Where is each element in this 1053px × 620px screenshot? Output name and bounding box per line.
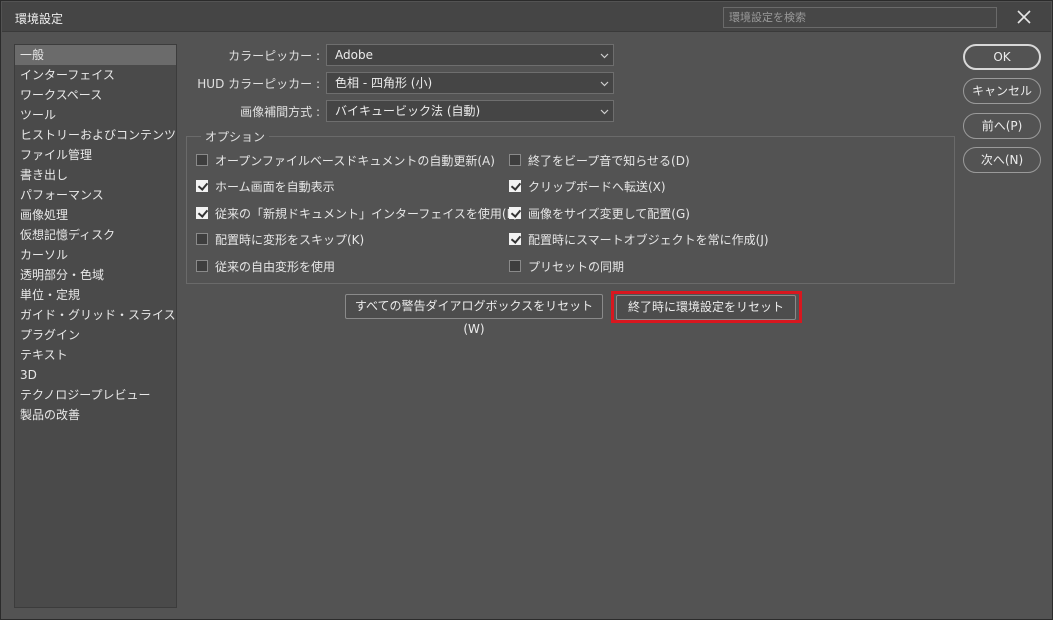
option-label: 従来の「新規ドキュメント」インターフェイスを使用(L) [215,206,518,221]
sidebar-item-image-processing[interactable]: 画像処理 [15,205,176,225]
prev-button[interactable]: 前へ(P) [963,113,1041,139]
sidebar-item-type[interactable]: テキスト [15,345,176,365]
sidebar-item-units[interactable]: 単位・定規 [15,285,176,305]
close-button[interactable] [1005,4,1043,30]
sidebar-item-export[interactable]: 書き出し [15,165,176,185]
checkbox[interactable] [196,180,208,192]
interpolation-select[interactable]: バイキュービック法 (自動) [326,100,614,122]
sidebar-item-3d[interactable]: 3D [15,365,176,385]
option-resize-image-on-place[interactable]: 画像をサイズ変更して配置(G) [509,205,690,221]
checkbox[interactable] [196,233,208,245]
checkbox[interactable] [509,233,521,245]
interpolation-value: バイキュービック法 (自動) [335,104,481,118]
sidebar-item-history[interactable]: ヒストリーおよびコンテンツ認証 ... [15,125,176,145]
checkbox[interactable] [509,260,521,272]
option-label: 画像をサイズ変更して配置(G) [528,206,690,221]
checkbox[interactable] [196,207,208,219]
option-label: 配置時にスマートオブジェクトを常に作成(J) [528,232,769,247]
options-legend: オプション [201,128,270,145]
reset-warning-dialogs-button[interactable]: すべての警告ダイアログボックスをリセット (W) [345,294,603,336]
close-icon[interactable] [1017,10,1031,24]
ok-button[interactable]: OK [963,44,1041,70]
color-picker-value: Adobe [335,48,373,62]
color-picker-label: カラーピッカー : [228,49,320,63]
option-skip-transform-on-place[interactable]: 配置時に変形をスキップ(K) [196,231,364,247]
sidebar-category-list: 一般 インターフェイス ワークスペース ツール ヒストリーおよびコンテンツ認証 … [14,44,177,608]
sidebar-item-transparency[interactable]: 透明部分・色域 [15,265,176,285]
option-label: 配置時に変形をスキップ(K) [215,232,365,247]
reset-preferences-on-quit-button[interactable]: 終了時に環境設定をリセット [616,295,796,320]
option-beep-when-done[interactable]: 終了をビープ音で知らせる(D) [509,152,690,168]
sidebar-item-cursors[interactable]: カーソル [15,245,176,265]
option-legacy-new-document[interactable]: 従来の「新規ドキュメント」インターフェイスを使用(L) [196,205,518,221]
option-label: 従来の自由変形を使用 [215,259,336,274]
option-sync-presets[interactable]: プリセットの同期 [509,258,624,274]
sidebar-item-file-handling[interactable]: ファイル管理 [15,145,176,165]
preferences-dialog: 環境設定 一般 インターフェイス ワークスペース ツール ヒストリーおよびコンテ… [0,0,1053,620]
sidebar-item-performance[interactable]: パフォーマンス [15,185,176,205]
option-auto-update-open-docs[interactable]: オープンファイルベースドキュメントの自動更新(A) [196,152,495,168]
sidebar-item-product-improvement[interactable]: 製品の改善 [15,405,176,425]
option-legacy-free-transform[interactable]: 従来の自由変形を使用 [196,258,335,274]
option-label: 終了をビープ音で知らせる(D) [528,153,690,168]
checkbox[interactable] [509,154,521,166]
option-label: プリセットの同期 [528,259,625,274]
sidebar-item-tools[interactable]: ツール [15,105,176,125]
checkbox[interactable] [196,260,208,272]
sidebar-item-workspace[interactable]: ワークスペース [15,85,176,105]
sidebar-item-guides[interactable]: ガイド・グリッド・スライス [15,305,176,325]
title-bar: 環境設定 [2,2,1051,32]
checkbox[interactable] [509,180,521,192]
hud-color-picker-label: HUD カラーピッカー : [197,77,320,91]
hud-color-picker-select[interactable]: 色相 - 四角形 (小) [326,72,614,94]
option-label: ホーム画面を自動表示 [215,179,335,194]
sidebar-item-scratch-disks[interactable]: 仮想記憶ディスク [15,225,176,245]
sidebar-item-general[interactable]: 一般 [15,45,176,65]
cancel-button[interactable]: キャンセル [963,78,1041,104]
checkbox[interactable] [196,154,208,166]
next-button[interactable]: 次へ(N) [963,147,1041,173]
sidebar-item-interface[interactable]: インターフェイス [15,65,176,85]
checkbox[interactable] [509,207,521,219]
option-export-clipboard[interactable]: クリップボードへ転送(X) [509,178,666,194]
option-label: オープンファイルベースドキュメントの自動更新(A) [215,153,495,168]
color-picker-select[interactable]: Adobe [326,44,614,66]
search-box[interactable] [723,7,997,28]
chevron-down-icon [600,81,609,87]
chevron-down-icon [600,109,609,115]
chevron-down-icon [600,53,609,59]
option-show-home-screen[interactable]: ホーム画面を自動表示 [196,178,335,194]
window-title: 環境設定 [15,12,64,26]
sidebar-item-plugins[interactable]: プラグイン [15,325,176,345]
sidebar-item-technology-previews[interactable]: テクノロジープレビュー [15,385,176,405]
option-always-create-smart-objects[interactable]: 配置時にスマートオブジェクトを常に作成(J) [509,231,769,247]
search-input[interactable] [724,8,996,27]
option-label: クリップボードへ転送(X) [528,179,666,194]
hud-color-picker-value: 色相 - 四角形 (小) [335,76,433,90]
interpolation-label: 画像補間方式 : [240,105,320,119]
